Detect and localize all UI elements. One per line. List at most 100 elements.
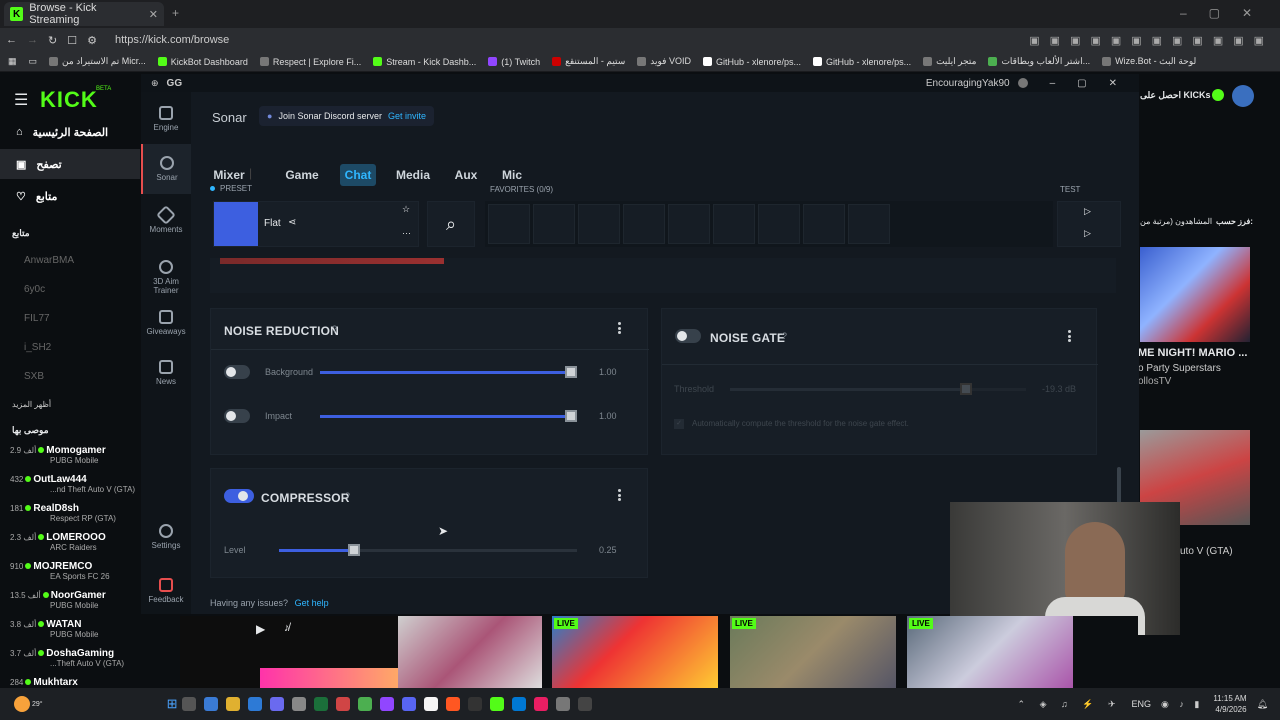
favorite-slot[interactable] (623, 204, 665, 244)
taskbar-app-icon[interactable] (291, 697, 306, 711)
back-icon[interactable]: ← (6, 34, 17, 46)
sort-value[interactable]: المشاهدون (مرتبة من (1140, 217, 1212, 226)
tab-chat[interactable]: Chat (340, 164, 376, 186)
stream-thumbnail[interactable] (1140, 247, 1250, 342)
nav-following[interactable]: ♡ متابع (12, 181, 137, 211)
tab-game[interactable]: Game (285, 164, 319, 186)
auto-threshold-checkbox[interactable]: ✓ (674, 419, 684, 429)
help-icon[interactable]: ? (782, 331, 787, 341)
taskbar-app-icon[interactable] (379, 697, 394, 711)
clock[interactable]: 11:15 AM 4/9/2026 (1213, 693, 1246, 715)
help-icon[interactable]: ? (332, 324, 337, 334)
nav-giveaways[interactable]: Giveaways (141, 298, 191, 348)
window-controls[interactable]: –▢✕ (1050, 78, 1139, 89)
taskbar-app-icon[interactable] (467, 697, 482, 711)
bookmark-item[interactable]: GitHub - xlenore/ps... (813, 57, 911, 67)
recommended-item[interactable]: 3.7 ألف DoshaGaming ...Theft Auto V (GTA) (10, 648, 140, 668)
nav-home[interactable]: ⌂ الصفحة الرئيسية (12, 117, 137, 147)
favorite-slot[interactable] (578, 204, 620, 244)
tab-mic[interactable]: Mic (500, 164, 524, 186)
bookmark-item[interactable]: GitHub - xlenore/ps... (703, 57, 801, 67)
window-controls[interactable]: –▢✕ (1180, 6, 1274, 20)
bookmark-item[interactable]: (1) Twitch (488, 57, 540, 67)
nav-sonar[interactable]: Sonar (141, 144, 191, 194)
scrollbar[interactable] (1117, 467, 1121, 507)
notification-icon[interactable]: 🔔︎ (1257, 699, 1268, 710)
favorite-slot[interactable] (488, 204, 530, 244)
following-item[interactable]: FIL77 (24, 313, 50, 324)
more-options-icon[interactable] (612, 321, 626, 335)
slider-knob[interactable] (565, 366, 577, 378)
get-kicks-link[interactable]: احصل على KICKs (1140, 90, 1211, 101)
start-icon[interactable]: ⊞ (167, 696, 178, 712)
recommended-item[interactable]: 910 MOJREMCO EA Sports FC 26 (10, 561, 140, 581)
close-tab-icon[interactable]: ✕ (149, 8, 158, 21)
favorite-slot[interactable] (668, 204, 710, 244)
level-slider[interactable] (279, 544, 577, 556)
more-options-icon[interactable] (1062, 329, 1076, 343)
stream-title[interactable]: ME NIGHT! MARIO ... (1138, 347, 1247, 359)
star-icon[interactable]: ☆ (402, 204, 410, 215)
background-toggle[interactable] (224, 365, 250, 379)
browser-tab[interactable]: K Browse - Kick Streaming ✕ (4, 2, 164, 26)
recommended-item[interactable]: 181 RealD8sh Respect RP (GTA) (10, 503, 140, 523)
bookmark-item[interactable]: ستيم - المستنقع (552, 56, 625, 67)
taskbar-app-icon[interactable] (489, 697, 504, 711)
taskbar-app-icon[interactable] (247, 697, 262, 711)
impact-toggle[interactable] (224, 409, 250, 423)
following-item[interactable]: i_SH2 (24, 342, 51, 353)
taskbar-app-icon[interactable] (533, 697, 548, 711)
slider-knob[interactable] (347, 544, 360, 556)
taskbar-app-icon[interactable] (445, 697, 460, 711)
play-icon[interactable]: ▶ (256, 622, 265, 636)
background-slider[interactable] (320, 366, 577, 378)
taskbar-app-icon[interactable] (313, 697, 328, 711)
discord-invite-link[interactable]: Get invite (388, 111, 426, 121)
noise-gate-toggle[interactable] (675, 329, 701, 343)
apps-icon[interactable]: ▦ (8, 56, 17, 67)
favorite-slot[interactable] (758, 204, 800, 244)
recommended-item[interactable]: 13.5 ألف NoorGamer PUBG Mobile (10, 590, 140, 610)
taskbar-app-icon[interactable] (225, 697, 240, 711)
compressor-toggle[interactable] (224, 489, 254, 503)
test-mic-icon[interactable]: ▷ (1084, 228, 1091, 239)
more-icon[interactable]: ··· (402, 228, 411, 238)
extension-icons[interactable]: ▣▣▣▣▣▣▣▣▣▣▣▣ (1029, 34, 1274, 47)
favorite-slot[interactable] (713, 204, 755, 244)
avatar[interactable] (1017, 78, 1028, 88)
new-tab-button[interactable]: + (172, 6, 179, 20)
slider-knob[interactable] (960, 383, 972, 395)
tab-media[interactable]: Media (395, 164, 431, 186)
slider-knob[interactable] (565, 410, 577, 422)
bookmark-item[interactable]: متجر ايليت (923, 56, 976, 67)
nav-browse[interactable]: ▣ تصفح (0, 149, 140, 179)
recommended-item[interactable]: 3.8 ألف WATAN PUBG Mobile (10, 619, 140, 639)
taskbar-app-icon[interactable] (577, 697, 592, 711)
nav-moments[interactable]: Moments (141, 196, 191, 246)
favorite-slot[interactable] (848, 204, 890, 244)
following-item[interactable]: 6y0c (24, 284, 45, 295)
avatar[interactable] (1232, 85, 1254, 107)
stream-thumbnail[interactable]: LIVE (907, 616, 1073, 688)
menu-icon[interactable]: ☰ (14, 90, 28, 110)
tray-icons[interactable]: ⌃ ◈ ♫ ⚡ ✈ (1018, 699, 1122, 710)
taskbar-app-icon[interactable] (555, 697, 570, 711)
threshold-slider[interactable] (730, 383, 1026, 395)
forward-icon[interactable]: → (27, 34, 38, 46)
bookmark-item[interactable]: KickBot Dashboard (157, 57, 248, 67)
taskbar-app-icon[interactable] (511, 697, 526, 711)
impact-slider[interactable] (320, 410, 577, 422)
favorite-slot[interactable] (533, 204, 575, 244)
bookmark-item[interactable]: تم الاستيراد من Micr... (49, 56, 146, 67)
recommended-item[interactable]: 284 Mukhtarx (10, 677, 140, 687)
stream-game[interactable]: o Party Superstars (1138, 363, 1221, 374)
bookmark-icon[interactable]: ☐ (67, 34, 77, 47)
tab-mixer[interactable]: Mixer (213, 164, 245, 186)
video-player[interactable]: ▶ ♪̸ (180, 616, 400, 688)
taskbar-app-icon[interactable] (423, 697, 438, 711)
taskbar-app-icon[interactable] (203, 697, 218, 711)
following-item[interactable]: AnwarBMA (24, 255, 74, 266)
site-info-icon[interactable]: ⚙ (87, 34, 97, 47)
stream-user[interactable]: ollosTV (1138, 376, 1171, 387)
bookmark-item[interactable]: Stream - Kick Dashb... (373, 57, 476, 67)
